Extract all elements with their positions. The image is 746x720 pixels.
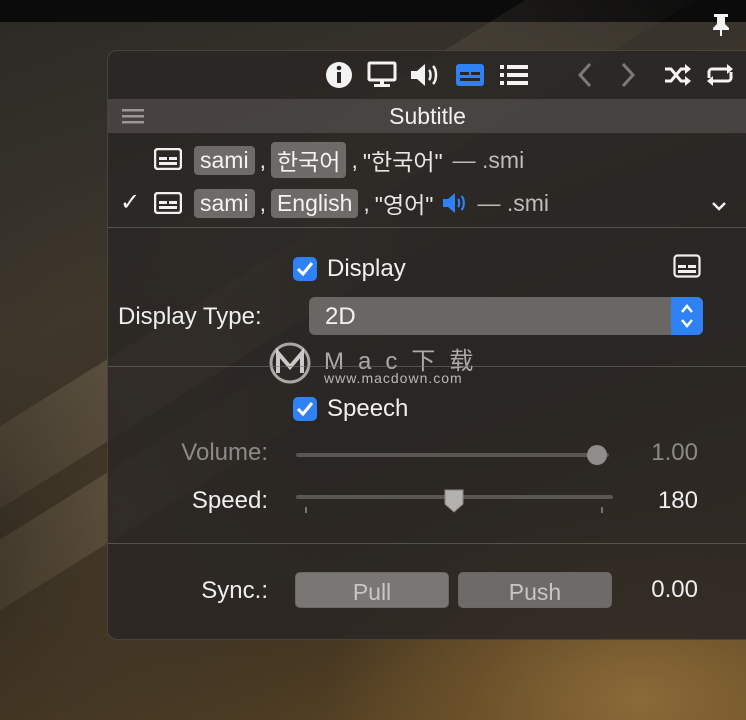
track-extension: — .smi: [477, 189, 549, 216]
checkbox-checked-icon: [293, 257, 317, 281]
volume-value: 1.00: [651, 439, 698, 466]
subtitle-window-icon[interactable]: [673, 254, 701, 283]
pin-icon[interactable]: [708, 12, 734, 38]
subtitle-panel: Subtitle sami , 한국어 , "한국어" — .smi ✓ sam…: [107, 50, 746, 640]
repeat-icon[interactable]: [704, 59, 736, 91]
speed-slider-knob[interactable]: [443, 488, 465, 519]
shuffle-icon[interactable]: [662, 59, 694, 91]
pull-button[interactable]: Pull: [295, 572, 449, 608]
speed-label: Speed:: [191, 487, 268, 514]
display-type-label: Display Type:: [118, 303, 262, 330]
divider: [108, 227, 746, 228]
display-type-value: 2D: [325, 303, 356, 330]
push-button[interactable]: Push: [458, 572, 612, 608]
checkmark-icon: ✓: [120, 189, 141, 216]
watermark: Mac下载 www.macdown.com: [268, 341, 528, 386]
subtitle-track-icon: [153, 147, 183, 176]
track-language-tag: 한국어: [270, 142, 347, 178]
speed-value: 180: [657, 487, 698, 514]
divider: [108, 543, 746, 544]
subtitle-track-row[interactable]: sami , 한국어 , "한국어" — .smi: [108, 138, 746, 178]
speech-checkbox-label: Speech: [327, 395, 409, 422]
back-icon[interactable]: [569, 59, 601, 91]
subtitle-track-row-selected[interactable]: ✓ sami , English , "영어" — .smi: [108, 182, 746, 222]
playlist-icon[interactable]: [498, 59, 530, 91]
slider-tick: [305, 507, 307, 513]
watermark-url: www.macdown.com: [324, 370, 463, 386]
display-type-select[interactable]: 2D: [309, 297, 703, 335]
divider: [108, 366, 746, 367]
toolbar: [108, 51, 746, 99]
forward-icon[interactable]: [612, 59, 644, 91]
display-checkbox[interactable]: Display: [293, 255, 406, 283]
chevron-down-icon[interactable]: [710, 192, 728, 219]
track-codec-tag: sami: [194, 188, 255, 218]
track-name: "한국어": [362, 149, 443, 175]
watermark-logo-icon: [269, 342, 311, 384]
sync-label: Sync.:: [201, 577, 268, 604]
sync-value: 0.00: [651, 576, 698, 603]
speaker-icon: [441, 191, 469, 215]
track-extension: — .smi: [452, 146, 525, 173]
stepper-arrows-icon: [671, 297, 703, 335]
volume-label: Volume:: [181, 439, 268, 466]
display-icon[interactable]: [366, 59, 398, 91]
volume-icon[interactable]: [409, 59, 441, 91]
volume-slider[interactable]: [296, 453, 609, 457]
track-name: "영어": [374, 192, 434, 218]
subtitle-icon[interactable]: [454, 59, 486, 91]
volume-slider-knob[interactable]: [587, 445, 607, 465]
panel-title: Subtitle: [389, 103, 466, 129]
track-codec-tag: sami: [194, 145, 255, 175]
speech-checkbox[interactable]: Speech: [293, 395, 408, 423]
info-icon[interactable]: [323, 59, 355, 91]
slider-tick: [601, 507, 603, 513]
section-header: Subtitle: [108, 99, 746, 133]
display-checkbox-label: Display: [327, 255, 406, 282]
track-language-tag: English: [270, 188, 359, 218]
watermark-text: Mac下载: [324, 348, 488, 375]
subtitle-track-icon: [153, 191, 183, 220]
checkbox-checked-icon: [293, 397, 317, 421]
